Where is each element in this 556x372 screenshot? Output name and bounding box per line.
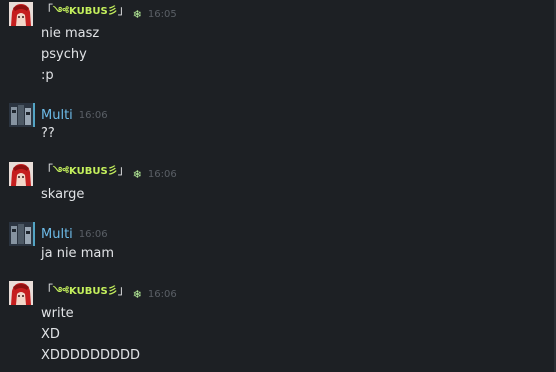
chat-log: 「༺KUBUS彡」 ❄ 16:05 nie masz psychy :p Mul… [0, 0, 554, 372]
message-timestamp: 16:06 [147, 288, 177, 300]
author-name[interactable]: 「༺KUBUS彡」 [41, 280, 130, 308]
message-text: write [41, 306, 74, 321]
message-text: XD [41, 327, 60, 342]
name-bracket-left: 「 [41, 283, 54, 297]
name-bracket-right: 」 [117, 283, 130, 297]
message-group-kubus-3: 「༺KUBUS彡」 ❄ 16:06 write XD XDDDDDDDDD [0, 0, 554, 372]
kubus-avatar[interactable] [9, 281, 33, 305]
message-text: XDDDDDDDDD [41, 348, 140, 363]
message-header: 「༺KUBUS彡」 ❄ 16:06 [41, 283, 177, 303]
name-core: ༺KUBUS彡 [53, 286, 118, 297]
snowflake-icon: ❄ [132, 287, 142, 301]
